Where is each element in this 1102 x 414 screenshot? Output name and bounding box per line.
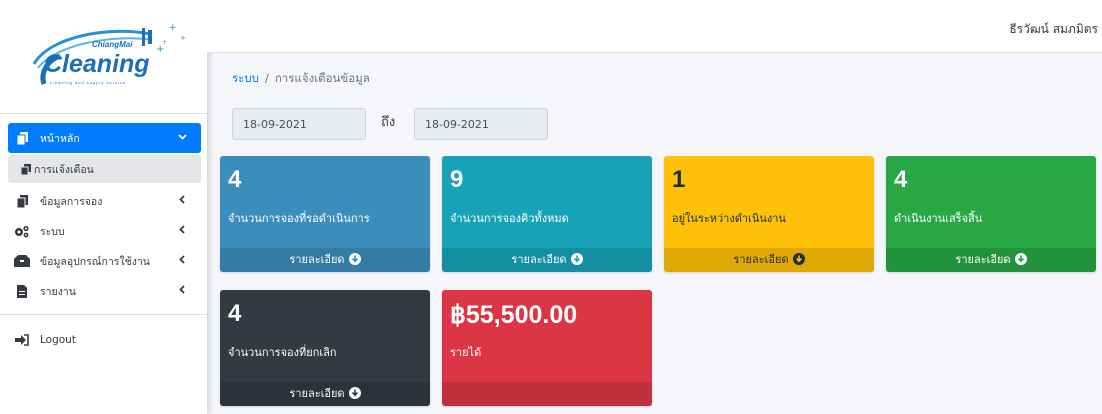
arrow-circle-down-icon xyxy=(348,387,361,399)
sidebar-item-notifications[interactable]: การแจ้งเตือน xyxy=(8,155,201,183)
sidebar-item-equipment[interactable]: ข้อมูลอุปกรณ์การใช้งาน xyxy=(8,246,201,276)
logo-small-text: ChiangMai xyxy=(92,40,133,49)
sidebar-item-label: รายงาน xyxy=(40,285,76,298)
logout-label: Logout xyxy=(40,334,76,346)
stat-label: จำนวนการจองที่รอดำเนินการ xyxy=(228,212,370,225)
sidebar-item-label: หน้าหลัก xyxy=(40,132,80,145)
file-icon xyxy=(14,284,30,298)
arrow-circle-down-icon xyxy=(792,253,805,265)
sidebar: + + + + ChiangMai Cleaning cleaning and … xyxy=(0,0,209,414)
breadcrumb: ระบบ / การแจ้งเตือนข้อมูล xyxy=(232,70,370,88)
stat-label: ดำเนินงานเสร็จสิ้น xyxy=(894,212,983,225)
stat-box-in-progress: 1 อยู่ในระหว่างดำเนินงาน รายละเอียด xyxy=(664,156,874,272)
stat-label: จำนวนการจองที่ยกเลิก xyxy=(228,346,337,359)
stat-box-pending: 4 จำนวนการจองที่รอดำเนินการ รายละเอียด xyxy=(220,156,430,272)
details-link[interactable]: รายละเอียด xyxy=(664,248,874,272)
brand-logo[interactable]: + + + + ChiangMai Cleaning cleaning and … xyxy=(30,18,190,96)
sign-out-icon xyxy=(14,333,30,347)
details-label: รายละเอียด xyxy=(289,387,345,400)
details-label: รายละเอียด xyxy=(511,253,567,266)
sidebar-divider xyxy=(0,314,209,315)
arrow-circle-down-icon xyxy=(1014,253,1027,265)
arrow-circle-down-icon xyxy=(348,253,361,265)
details-link[interactable]: รายละเอียด xyxy=(442,248,652,272)
date-range-separator: ถึง xyxy=(381,115,396,130)
chevron-left-icon xyxy=(178,254,187,267)
logo-tagline: cleaning and supply service xyxy=(50,80,127,85)
svg-text:+: + xyxy=(180,34,186,42)
details-label: รายละเอียด xyxy=(955,253,1011,266)
arrow-circle-down-icon xyxy=(570,253,583,265)
details-label: รายละเอียด xyxy=(289,253,345,266)
stat-value: 4 xyxy=(894,166,908,193)
top-navbar: ธีรวัฒน์ สมภมิตร xyxy=(207,0,1102,53)
sidebar-item-label: ข้อมูลอุปกรณ์การใช้งาน xyxy=(40,255,150,268)
sidebar-item-bookings[interactable]: ข้อมูลการจอง xyxy=(8,186,201,216)
toolbox-icon xyxy=(14,254,30,268)
chevron-left-icon xyxy=(178,194,187,207)
stat-box-cancelled: 4 จำนวนการจองที่ยกเลิก รายละเอียด xyxy=(220,290,430,406)
breadcrumb-root-link[interactable]: ระบบ xyxy=(232,71,259,85)
stat-value: 4 xyxy=(228,166,242,193)
chevron-left-icon xyxy=(178,224,187,237)
sidebar-item-home[interactable]: หน้าหลัก xyxy=(8,123,201,153)
stat-value: ฿55,500.00 xyxy=(450,301,578,329)
logo-main-text: Cleaning xyxy=(44,50,150,78)
stat-box-total-bookings: 9 จำนวนการจองคิวทั้งหมด รายละเอียด xyxy=(442,156,652,272)
stat-value: 4 xyxy=(228,300,242,327)
sidebar-item-label: ข้อมูลการจอง xyxy=(40,195,103,208)
stat-box-revenue: ฿55,500.00 รายได้ xyxy=(442,290,652,406)
chevron-down-icon xyxy=(178,131,187,144)
stat-label: รายได้ xyxy=(450,346,482,359)
svg-text:+: + xyxy=(169,23,177,33)
cogs-icon xyxy=(14,224,30,238)
date-from-input[interactable] xyxy=(232,108,366,140)
stat-label: จำนวนการจองคิวทั้งหมด xyxy=(450,212,569,225)
sidebar-nav: หน้าหลัก การแจ้งเตือน ข้อมูลการจอง ระบบ … xyxy=(0,123,209,355)
stat-value: 1 xyxy=(672,166,686,193)
sidebar-item-label: ระบบ xyxy=(40,225,65,238)
details-label: รายละเอียด xyxy=(733,253,789,266)
date-to-input[interactable] xyxy=(414,108,548,140)
sidebar-divider xyxy=(0,113,207,114)
copy-icon xyxy=(14,194,30,208)
svg-text:+: + xyxy=(156,44,164,55)
copy-icon xyxy=(20,162,32,176)
stat-value: 9 xyxy=(450,166,464,193)
copy-icon xyxy=(14,131,30,145)
chevron-left-icon xyxy=(178,284,187,297)
details-link[interactable]: รายละเอียด xyxy=(220,248,430,272)
sidebar-item-label: การแจ้งเตือน xyxy=(34,163,94,176)
user-name[interactable]: ธีรวัฒน์ สมภมิตร xyxy=(1009,20,1098,39)
breadcrumb-separator: / xyxy=(264,71,269,85)
details-link[interactable]: รายละเอียด xyxy=(886,248,1096,272)
stat-box-completed: 4 ดำเนินงานเสร็จสิ้น รายละเอียด xyxy=(886,156,1096,272)
details-link[interactable]: รายละเอียด xyxy=(220,382,430,406)
sidebar-item-system[interactable]: ระบบ xyxy=(8,216,201,246)
logout-link[interactable]: Logout xyxy=(8,325,201,355)
sidebar-item-reports[interactable]: รายงาน xyxy=(8,276,201,306)
breadcrumb-current: การแจ้งเตือนข้อมูล xyxy=(274,71,370,85)
stat-label: อยู่ในระหว่างดำเนินงาน xyxy=(672,212,786,225)
stat-footer xyxy=(442,382,652,406)
